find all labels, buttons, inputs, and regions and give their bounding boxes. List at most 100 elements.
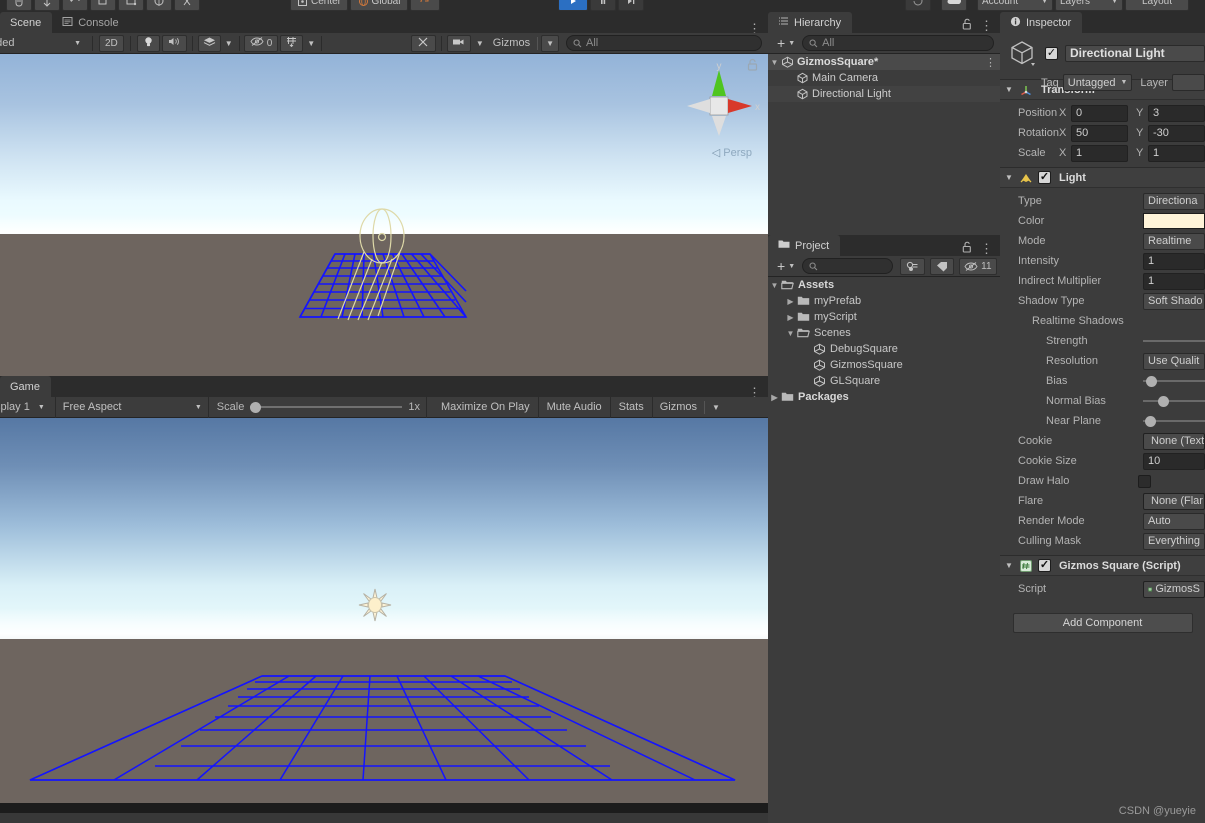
field-y-input[interactable]: 1	[1148, 144, 1205, 162]
hand-tool-button[interactable]	[6, 0, 32, 11]
project-filter-label-button[interactable]	[930, 257, 955, 275]
collab-button[interactable]	[410, 0, 440, 11]
scene-projection-label[interactable]: ◁ Persp	[712, 146, 752, 159]
2d-toggle-button[interactable]: 2D	[99, 34, 124, 52]
field-slider[interactable]	[1143, 333, 1205, 349]
gizmos-dropdown-caret[interactable]: ▼	[541, 34, 559, 52]
project-lock-icon[interactable]	[962, 241, 972, 256]
cloud-button[interactable]	[941, 0, 967, 11]
project-filter-type-button[interactable]	[900, 257, 926, 275]
field-text-input[interactable]: 1	[1143, 272, 1205, 290]
object-name-field[interactable]: Directional Light	[1065, 44, 1205, 62]
component-enabled-checkbox[interactable]: ✓	[1038, 559, 1051, 572]
maximize-on-play-button[interactable]: Maximize On Play	[434, 399, 537, 416]
scene-menu-icon[interactable]: ⋮	[748, 22, 761, 35]
move-tool-button[interactable]	[34, 0, 60, 11]
play-button[interactable]	[558, 0, 588, 11]
field-dropdown[interactable]: Auto	[1143, 512, 1205, 530]
project-hidden-count-button[interactable]: 11	[959, 257, 997, 275]
field-text-input[interactable]: 10	[1143, 452, 1205, 470]
audio-toggle-button[interactable]	[161, 34, 187, 52]
draw-mode-dropdown[interactable]: aded ▼	[0, 35, 86, 52]
transform-tool-button[interactable]	[146, 0, 172, 11]
field-object-picker[interactable]: GizmosS	[1143, 580, 1205, 598]
add-component-button[interactable]: Add Component	[1012, 613, 1193, 633]
hierarchy-item-directional-light[interactable]: Directional Light	[768, 86, 1000, 102]
hierarchy-item-main-camera[interactable]: Main Camera	[768, 70, 1000, 86]
project-item-myprefab[interactable]: ▶ myPrefab	[768, 293, 1000, 309]
lighting-toggle-button[interactable]	[136, 34, 160, 52]
field-x-input[interactable]: 1	[1071, 144, 1128, 162]
grid-dropdown-caret[interactable]: ▼	[305, 35, 317, 52]
project-item-gizmossquare[interactable]: GizmosSquare	[768, 357, 1000, 373]
field-y-input[interactable]: -30	[1148, 124, 1205, 142]
hierarchy-tree[interactable]: ▼ GizmosSquare* ⋮ Main Camera Directional Li…	[768, 54, 1000, 235]
hierarchy-lock-icon[interactable]	[962, 18, 972, 33]
project-item-scenes[interactable]: ▼ Scenes	[768, 325, 1000, 341]
project-item-glsquare[interactable]: GLSquare	[768, 373, 1000, 389]
camera-dropdown-caret[interactable]: ▼	[473, 35, 487, 52]
layout-dropdown[interactable]: Layout	[1125, 0, 1189, 11]
game-gizmos-caret[interactable]: ▼	[706, 399, 726, 416]
tag-dropdown[interactable]: Untagged ▼	[1062, 74, 1133, 91]
chevron-right-icon[interactable]: ▶	[784, 297, 797, 306]
tab-project[interactable]: Project	[768, 235, 841, 256]
field-x-input[interactable]: 0	[1071, 104, 1128, 122]
field-dropdown[interactable]: Realtime	[1143, 232, 1205, 250]
tab-game[interactable]: Game	[0, 376, 51, 397]
tab-hierarchy[interactable]: Hierarchy	[768, 12, 853, 33]
tab-console[interactable]: Console	[52, 12, 129, 33]
step-button[interactable]	[618, 0, 644, 11]
scale-slider-group[interactable]: Scale 1x	[213, 399, 420, 415]
aspect-dropdown[interactable]: Free Aspect ▼	[57, 399, 207, 416]
hierarchy-search-input[interactable]: All	[802, 35, 994, 51]
hierarchy-item-gizmossquare[interactable]: ▼ GizmosSquare* ⋮	[768, 54, 1000, 70]
fx-dropdown-caret[interactable]: ▼	[223, 35, 235, 52]
project-item-myscript[interactable]: ▶ myScript	[768, 309, 1000, 325]
chevron-down-icon[interactable]: ▼	[1005, 85, 1014, 94]
grid-toggle-button[interactable]	[280, 34, 304, 52]
display-dropdown[interactable]: splay 1 ▼	[0, 399, 50, 416]
field-checkbox[interactable]	[1138, 474, 1151, 488]
hierarchy-item-menu-icon[interactable]: ⋮	[985, 56, 996, 69]
gizmos-dropdown[interactable]: Gizmos	[489, 35, 534, 52]
field-slider[interactable]	[1143, 413, 1205, 429]
field-dropdown[interactable]: Everything	[1143, 532, 1205, 550]
handle-rotation-button[interactable]: Global	[350, 0, 408, 11]
hierarchy-menu-icon[interactable]: ⋮	[980, 19, 993, 32]
scene-tools-button[interactable]	[410, 34, 436, 52]
project-menu-icon[interactable]: ⋮	[980, 242, 993, 255]
stats-button[interactable]: Stats	[612, 399, 651, 416]
pause-button[interactable]	[590, 0, 616, 11]
field-x-input[interactable]: 50	[1071, 124, 1128, 142]
field-slider[interactable]	[1143, 373, 1205, 389]
project-item-debugsquare[interactable]: DebugSquare	[768, 341, 1000, 357]
game-gizmos-button[interactable]: Gizmos	[654, 399, 703, 416]
chevron-right-icon[interactable]: ▶	[768, 393, 781, 402]
layers-dropdown[interactable]: Layers ▼	[1055, 0, 1123, 11]
fx-toggle-button[interactable]	[197, 34, 221, 52]
account-dropdown[interactable]: Account ▼	[977, 0, 1053, 11]
mute-audio-button[interactable]: Mute Audio	[540, 399, 609, 416]
component-enabled-checkbox[interactable]: ✓	[1038, 171, 1051, 184]
inspector-body[interactable]: ✓ Directional Light Tag Untagged ▼ Layer…	[1000, 33, 1205, 823]
chevron-right-icon[interactable]: ▶	[784, 313, 797, 322]
scene-viewport[interactable]: y x ◁ Persp	[0, 54, 768, 376]
project-tree[interactable]: ▼ Assets ▶ myPrefab ▶ myScript ▼ Scenes DebugSqu…	[768, 277, 1000, 823]
field-object-picker[interactable]: None (Text	[1143, 432, 1205, 450]
project-add-button[interactable]: + ▼	[774, 258, 798, 275]
hierarchy-add-button[interactable]: + ▼	[774, 35, 798, 52]
scene-camera-button[interactable]	[446, 34, 471, 52]
chevron-down-icon[interactable]: ▼	[784, 329, 797, 338]
scene-lock-icon[interactable]	[747, 58, 758, 74]
field-object-picker[interactable]: None (Flar	[1143, 492, 1205, 510]
rotate-tool-button[interactable]	[62, 0, 88, 11]
pivot-mode-button[interactable]: Center	[290, 0, 348, 11]
field-y-input[interactable]: 3	[1148, 104, 1205, 122]
component-header-light[interactable]: ▼ ✓ Light	[1000, 167, 1205, 188]
game-menu-icon[interactable]: ⋮	[748, 386, 761, 399]
component-header-gizmos-square-script[interactable]: ▼ ✓ Gizmos Square (Script)	[1000, 555, 1205, 576]
hidden-objects-button[interactable]: 0	[243, 34, 279, 52]
field-color-swatch[interactable]	[1143, 213, 1205, 229]
field-dropdown[interactable]: Directiona	[1143, 192, 1205, 210]
